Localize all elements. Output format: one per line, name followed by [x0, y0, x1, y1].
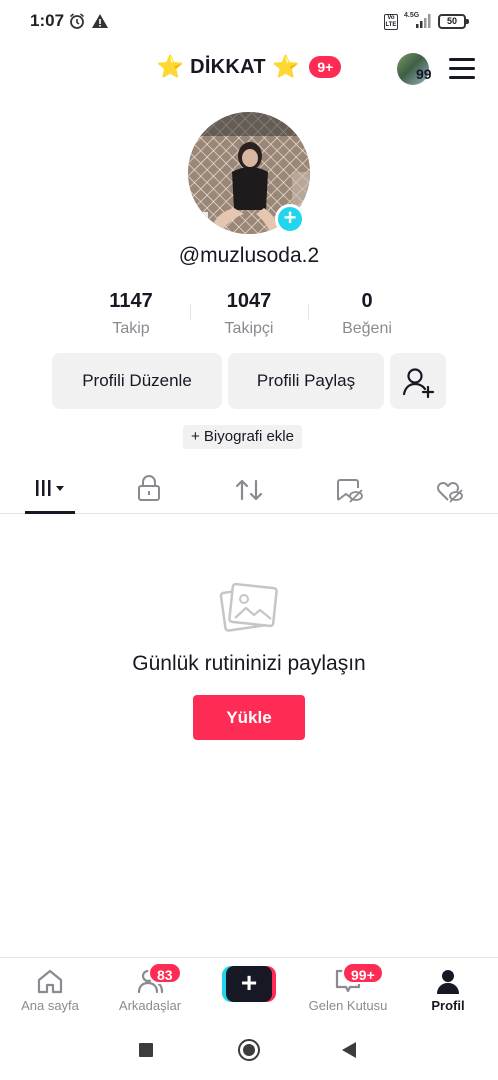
notification-badge: 9+: [309, 56, 342, 78]
empty-state-title: Günlük rutininizi paylaşın: [132, 652, 366, 675]
followers-stat[interactable]: 1047 Takipçi: [190, 288, 308, 342]
followers-count: 1047: [226, 290, 272, 312]
profile-icon: [437, 970, 459, 994]
image-placeholder-icon: [219, 582, 278, 632]
tab-liked[interactable]: [422, 466, 474, 514]
add-bio-button[interactable]: + Biyografi ekle: [183, 425, 302, 449]
grid-icon: [36, 480, 64, 496]
home-button[interactable]: [238, 1039, 260, 1061]
likes-count: 0: [361, 290, 373, 312]
active-tab-indicator: [25, 511, 75, 514]
star-icon: ⭐: [156, 54, 185, 79]
chevron-down-icon: [56, 486, 64, 491]
nav-profile[interactable]: Profil: [414, 958, 482, 1021]
following-label: Takip: [112, 320, 150, 337]
nav-inbox-label: Gelen Kutusu: [308, 998, 388, 1013]
nav-profile-label: Profil: [431, 998, 465, 1013]
battery-icon: 50: [438, 14, 469, 29]
tab-reposts[interactable]: [223, 466, 275, 514]
likes-label: Beğeni: [342, 320, 392, 337]
tab-videos[interactable]: [24, 466, 76, 514]
nav-inbox[interactable]: 99+ Gelen Kutusu: [300, 958, 396, 1021]
hidden-bookmark-icon: [337, 479, 363, 503]
hidden-like-icon: [437, 482, 463, 503]
star-icon: ⭐: [271, 54, 300, 79]
tab-favorites[interactable]: [322, 466, 374, 514]
profile-tabs: [0, 466, 498, 514]
back-button[interactable]: [342, 1042, 356, 1058]
story-avatar-count: 99: [416, 66, 432, 82]
upload-button[interactable]: Yükle: [193, 695, 305, 740]
volte-icon: Vo LTE: [384, 14, 398, 30]
edit-profile-button[interactable]: Profili Düzenle: [52, 353, 222, 409]
add-photo-button[interactable]: +: [275, 204, 305, 234]
create-button[interactable]: +: [222, 966, 276, 1002]
home-icon: [37, 969, 63, 994]
status-bar: 1:07 Vo LTE 4.5G 50: [0, 0, 498, 44]
inbox-badge: 99+: [342, 962, 384, 984]
nav-friends[interactable]: 83 Arkadaşlar: [104, 958, 196, 1021]
warning-icon: [92, 14, 108, 28]
menu-button[interactable]: [449, 58, 475, 80]
header-title: DİKKAT: [190, 56, 266, 78]
repost-icon: [235, 479, 263, 501]
system-navigation: [0, 1020, 498, 1080]
add-friend-button[interactable]: [390, 353, 446, 409]
alarm-icon: [69, 13, 85, 29]
likes-stat[interactable]: 0 Beğeni: [308, 288, 426, 342]
share-profile-button[interactable]: Profili Paylaş: [228, 353, 384, 409]
signal-icon: [416, 14, 431, 28]
following-count: 1147: [109, 290, 153, 312]
nav-home[interactable]: Ana sayfa: [8, 958, 92, 1021]
nav-friends-label: Arkadaşlar: [118, 998, 182, 1013]
tab-private[interactable]: [123, 466, 175, 514]
nav-home-label: Ana sayfa: [21, 998, 79, 1013]
profile-stats: 1147 Takip 1047 Takipçi 0 Beğeni: [72, 288, 426, 340]
following-stat[interactable]: 1147 Takip: [72, 288, 190, 342]
account-switcher[interactable]: ⭐ DİKKAT ⭐ 9+: [157, 52, 342, 82]
hamburger-icon: [449, 58, 475, 61]
plus-icon: +: [226, 966, 272, 1002]
status-time: 1:07: [30, 11, 65, 30]
recents-button[interactable]: [139, 1043, 153, 1057]
add-user-icon: [402, 368, 435, 399]
followers-label: Takipçi: [224, 320, 274, 337]
friends-badge: 83: [148, 962, 182, 984]
username: @muzlusoda.2: [178, 244, 320, 267]
lock-icon: [138, 475, 160, 501]
